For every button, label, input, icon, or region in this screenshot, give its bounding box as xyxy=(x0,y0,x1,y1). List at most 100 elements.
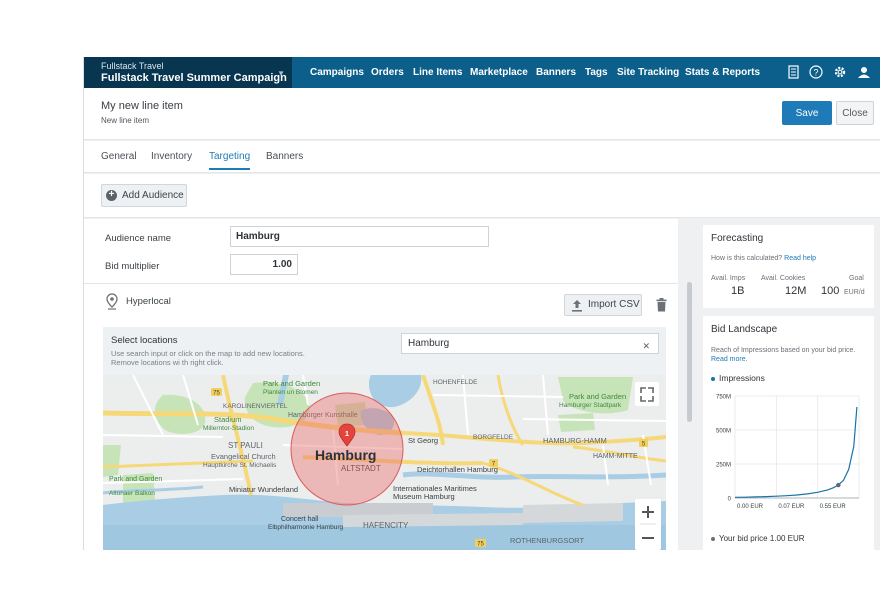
bid-multiplier-input[interactable]: 1.00 xyxy=(230,254,298,275)
clear-search-icon[interactable]: ✕ xyxy=(642,337,650,356)
bid-landscape-chart: 750M 500M 250M 0 0.00 EUR 0.07 EUR 0.55 EUR xyxy=(716,395,860,510)
map-canvas[interactable]: 75 7 5 75 Park and Garden Planten un Blo… xyxy=(103,375,666,550)
your-bid-point xyxy=(836,482,841,488)
tab-targeting[interactable]: Targeting xyxy=(209,151,251,170)
nav-tags[interactable]: Tags xyxy=(585,57,608,88)
impressions-legend: Impressions xyxy=(711,373,765,383)
read-more-link[interactable]: Read more. xyxy=(711,356,748,363)
audience-name-input[interactable]: Hamburg xyxy=(230,226,489,247)
map-label: ST PAULI xyxy=(228,441,263,450)
top-navigation: Fullstack Travel Fullstack Travel Summer… xyxy=(84,57,880,88)
your-bid-legend: Your bid price 1.00 EUR xyxy=(711,534,805,543)
location-search-value: Hamburg xyxy=(408,338,450,349)
map-label: Park and Garden xyxy=(263,379,320,388)
map-city-label: Hamburg xyxy=(315,447,376,463)
nav-marketplace[interactable]: Marketplace xyxy=(470,57,528,88)
campaign-switcher[interactable]: Fullstack Travel Fullstack Travel Summer… xyxy=(84,57,292,88)
hyperlocal-label: Hyperlocal xyxy=(126,296,171,307)
x-tick-label: 0.55 EUR xyxy=(820,504,847,510)
forecasting-help: How is this calculated? Read help xyxy=(711,255,816,262)
nav-line-items[interactable]: Line Items xyxy=(413,57,462,88)
map-label: KAROLINENVIERTEL xyxy=(223,403,288,410)
save-button[interactable]: Save xyxy=(782,101,832,125)
nav-orders[interactable]: Orders xyxy=(371,57,404,88)
chevron-down-icon: ▼ xyxy=(277,69,285,78)
nav-banners[interactable]: Banners xyxy=(536,57,576,88)
gear-icon[interactable] xyxy=(833,65,847,79)
plus-icon: + xyxy=(106,190,117,201)
tab-general[interactable]: General xyxy=(101,151,137,168)
x-tick-label: 0.00 EUR xyxy=(737,504,764,510)
map-label: HAMBURG-HAMM xyxy=(543,436,607,445)
x-tick-label: 0.07 EUR xyxy=(778,504,805,510)
bid-landscape-desc: Reach of Impressions based on your bid p… xyxy=(711,346,871,364)
map-label: HAMM-MITTE xyxy=(593,453,638,460)
bid-landscape-desc-text: Reach of Impressions based on your bid p… xyxy=(711,347,856,354)
document-icon[interactable] xyxy=(786,65,800,79)
map-label: Millerntor-Stadion xyxy=(203,425,254,432)
campaign-name: Fullstack Travel Summer Campaign xyxy=(101,72,287,84)
page-title: My new line item xyxy=(101,100,183,112)
legend-label: Impressions xyxy=(719,373,765,383)
y-tick-label: 0 xyxy=(728,497,732,503)
map-label: HAFENCITY xyxy=(363,521,409,530)
y-tick-label: 250M xyxy=(716,463,731,469)
avail-imps-value: 1B xyxy=(731,285,745,297)
avail-imps-label: Avail. Imps xyxy=(711,275,746,282)
map-label: Hamburger Stadtpark xyxy=(559,402,622,409)
tab-bar: General Inventory Targeting Banners xyxy=(84,141,880,173)
select-locations-title: Select locations xyxy=(111,335,178,346)
location-search-input[interactable]: Hamburg ✕ xyxy=(401,333,659,354)
map-label: St Georg xyxy=(408,436,438,445)
targeting-panel: Audience name Hamburg Bid multiplier 1.0… xyxy=(84,219,678,550)
trash-icon[interactable] xyxy=(656,298,667,312)
nav-campaigns[interactable]: Campaigns xyxy=(310,57,364,88)
read-help-link[interactable]: Read help xyxy=(784,255,816,262)
road-label: 75 xyxy=(213,391,220,397)
main-scrollbar[interactable] xyxy=(687,282,692,422)
map-label: Deichtorhallen Hamburg xyxy=(417,465,498,474)
add-audience-button[interactable]: + Add Audience xyxy=(101,184,187,207)
audience-name-label: Audience name xyxy=(105,233,172,244)
your-bid-label: Your bid price 1.00 EUR xyxy=(719,534,805,543)
add-audience-label: Add Audience xyxy=(122,190,184,201)
select-locations-help-2: Remove locations wi th right click. xyxy=(111,358,224,367)
map-label: Park and Garden xyxy=(569,392,626,401)
section-divider xyxy=(84,283,678,284)
audience-toolbar: + Add Audience xyxy=(84,174,880,218)
map-label: Elbphilharmonie Hamburg xyxy=(268,524,344,531)
map-label: BORGFELDE xyxy=(473,434,514,441)
page-subtitle: New line item xyxy=(101,116,150,125)
map-label: Stadium xyxy=(214,415,242,424)
svg-text:?: ? xyxy=(813,68,818,78)
map-marker-number: 1 xyxy=(345,429,349,438)
nav-site-tracking[interactable]: Site Tracking xyxy=(617,57,679,88)
bid-multiplier-label: Bid multiplier xyxy=(105,261,160,272)
page-header: My new line item New line item Save Clos… xyxy=(84,88,880,140)
location-map[interactable]: 75 7 5 75 Park and Garden Planten un Blo… xyxy=(103,375,666,550)
tab-banners[interactable]: Banners xyxy=(266,151,303,168)
forecasting-card: Forecasting How is this calculated? Read… xyxy=(703,225,874,308)
forecasting-title: Forecasting xyxy=(711,233,764,244)
map-label: Evangelical Church xyxy=(211,452,276,461)
avail-cookies-label: Avail. Cookies xyxy=(761,275,806,282)
close-button[interactable]: Close xyxy=(836,101,874,125)
fullscreen-button[interactable] xyxy=(635,382,659,406)
location-pin-icon xyxy=(106,293,118,310)
import-csv-button[interactable]: Import CSV xyxy=(564,294,642,316)
map-label: Miniatur Wunderland xyxy=(229,485,298,494)
your-bid-dot-icon xyxy=(711,536,715,541)
bid-landscape-card: Bid Landscape Reach of Impressions based… xyxy=(703,316,874,550)
user-icon[interactable] xyxy=(857,65,871,79)
help-icon[interactable]: ? xyxy=(809,65,823,79)
map-label: Park and Garden xyxy=(109,476,162,483)
select-locations-help-1: Use search input or click on the map to … xyxy=(111,349,305,358)
map-label: Planten un Blomen xyxy=(263,389,318,396)
map-label: ROTHENBURGSORT xyxy=(510,536,584,545)
select-locations-help: Use search input or click on the map to … xyxy=(111,349,351,367)
map-label: Hauptkirche St. Michaelis xyxy=(203,462,277,469)
map-label: HOHENFELDE xyxy=(433,379,478,386)
map-label: Museum Hamburg xyxy=(393,492,455,501)
tab-inventory[interactable]: Inventory xyxy=(151,151,192,168)
nav-stats-reports[interactable]: Stats & Reports xyxy=(685,57,760,88)
